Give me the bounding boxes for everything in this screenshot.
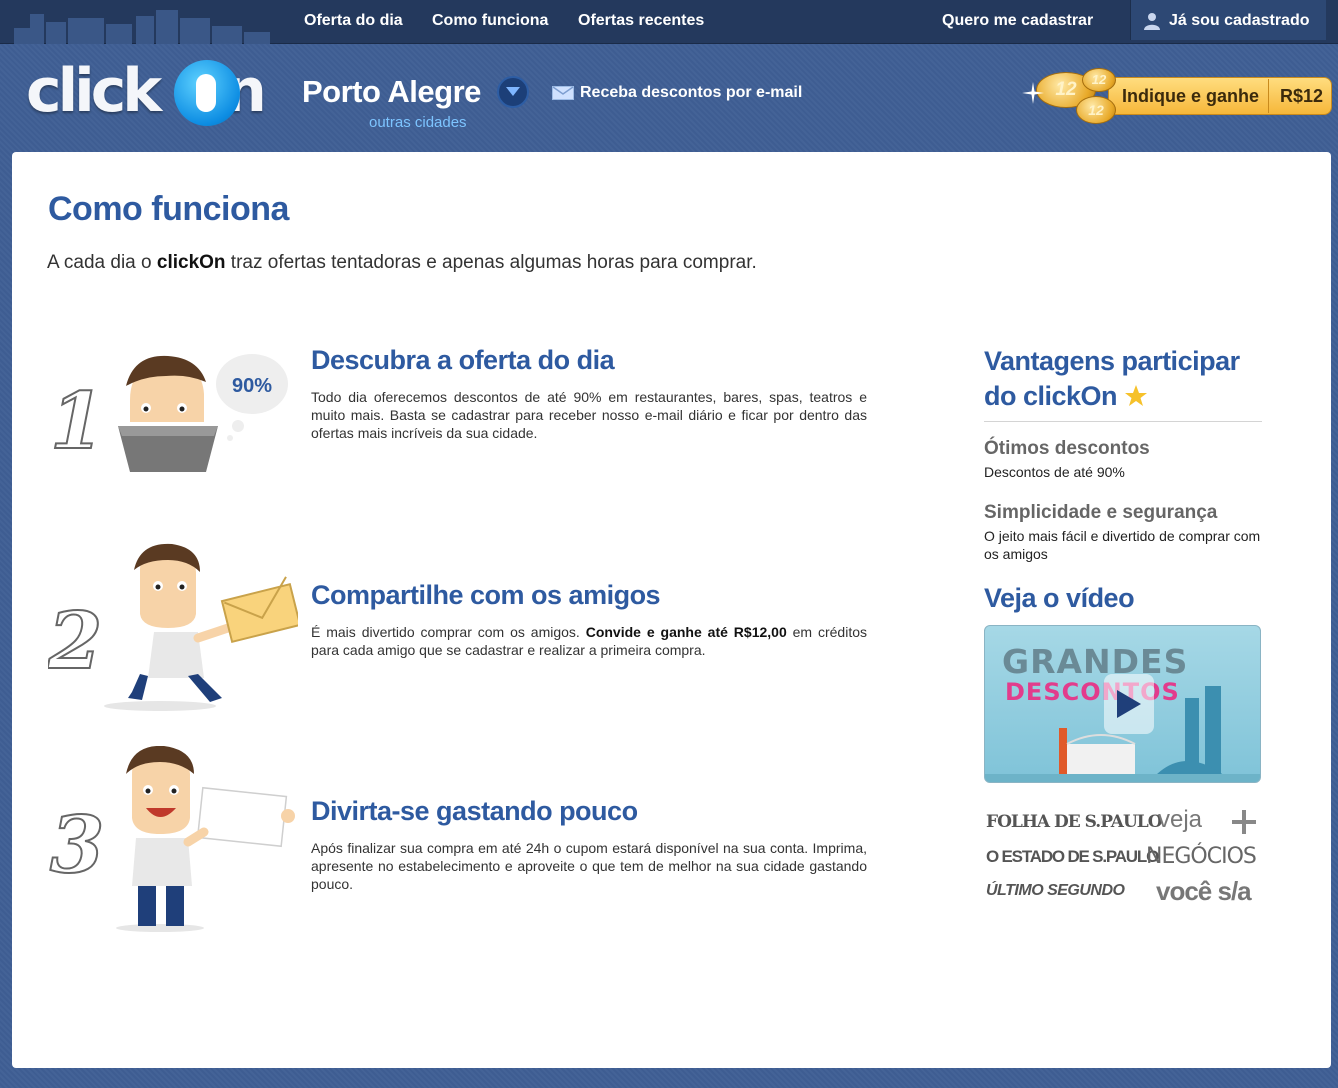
advantage-title: Simplicidade e segurança [984,502,1218,523]
step-2-number: 2 [48,596,102,687]
nav-ofertas-recentes[interactable]: Ofertas recentes [578,12,704,30]
sparkle-icon [1022,82,1044,104]
city-skyline-graphic [14,10,270,44]
press-logo-voce-sa: você s/a [1156,876,1252,906]
top-nav-bar: Oferta do dia Como funciona Ofertas rece… [0,0,1338,44]
envelope-icon [552,86,574,100]
intro-brand: clickOn [156,252,226,273]
main-content-panel: Como funciona A cada dia o clickOn traz … [12,152,1331,1068]
play-button[interactable] [1104,674,1154,734]
play-icon [1117,690,1141,718]
advantage-title: Ótimos descontos [984,438,1150,459]
video-player[interactable]: GRANDES DESCONTOS [984,625,1261,783]
advantage-text: Descontos de até 90% [984,464,1125,480]
step-1-title: Descubra a oferta do dia [311,345,615,375]
step-2-title: Compartilhe com os amigos [311,580,661,610]
nav-como-funciona[interactable]: Como funciona [432,12,548,30]
step-3-illustration: 3 [49,746,295,932]
step-2-text: É mais divertido comprar com os amigos. … [311,624,868,658]
other-cities-link[interactable]: outras cidades [369,114,467,131]
step-1-text: Todo dia oferecemos descontos de até 90%… [311,389,867,441]
video-title: Veja o vídeo [984,583,1135,613]
signup-link[interactable]: Quero me cadastrar [942,12,1093,30]
press-logo-estado: O ESTADO DE S.PAULO [986,847,1159,866]
refer-and-earn-button[interactable]: 12 12 12 Indique e ganhe R$12 [1022,66,1332,128]
press-logo-negocios: NEGÓCIOS [1146,844,1257,869]
step-3-title: Divirta-se gastando pouco [311,796,638,826]
step-1-bubble: 90% [232,375,272,397]
login-label: Já sou cadastrado [1169,12,1310,29]
step-2-text-bold: Convide e ganhe até R$12,00 [585,624,787,640]
press-logo-veja: veja [1158,806,1203,833]
nav-oferta-do-dia[interactable]: Oferta do dia [304,12,403,30]
city-dropdown-button[interactable] [497,76,529,108]
page-title: Como funciona [48,190,289,228]
refer-value: R$12 [1280,86,1324,106]
step-3-text: Após finalizar sua compra em até 24h o c… [311,840,867,892]
coin-icon: 12 [1076,96,1116,124]
advantages-title: Vantagens participar do clickOn [984,346,1240,411]
sidebar-divider [984,421,1262,422]
press-logo-ultimo-segundo: ÚLTIMO SEGUNDO [986,882,1125,899]
video-caption-line-1: GRANDES [1002,642,1189,681]
refer-label: Indique e ganhe [1122,86,1260,106]
press-logo-folha: FOLHA DE S.PAULO [986,812,1163,832]
step-1-illustration: 1 90% [49,354,288,472]
star-icon [1125,385,1148,406]
email-signup-label: Receba descontos por e-mail [580,84,803,101]
logo-o-mark [174,60,240,126]
user-icon [1144,13,1160,30]
refer-divider [1268,79,1269,113]
plus-icon [1232,810,1256,834]
step-1-number: 1 [50,376,104,467]
step-2-illustration: 2 [48,543,298,711]
advantage-text: O jeito mais fácil e divertido de compra… [984,528,1261,562]
intro-text: A cada dia o clickOn traz ofertas tentad… [47,252,757,273]
chevron-down-icon [506,87,520,96]
city-name[interactable]: Porto Alegre [302,74,481,110]
coin-icon: 12 [1082,68,1116,92]
login-button[interactable]: Já sou cadastrado [1130,0,1326,40]
step-3-number: 3 [50,800,104,891]
